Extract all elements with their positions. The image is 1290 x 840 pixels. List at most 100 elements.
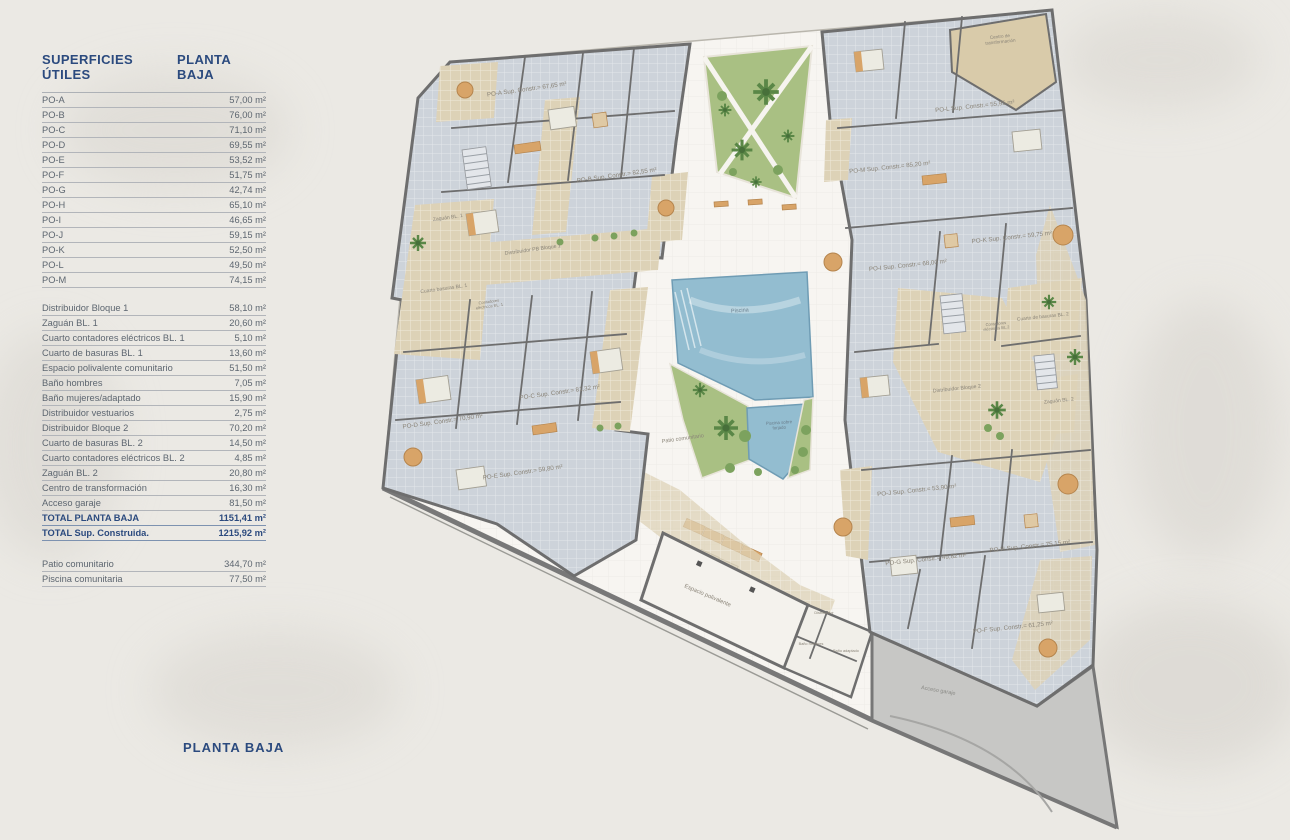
surface-value: 4,85 m² xyxy=(234,453,266,463)
legend-group: PO-A 57,00 m² PO-B 76,00 m² PO-C 71,10 m² PO-D… xyxy=(42,92,266,288)
surface-label: Zaguán BL. 1 xyxy=(42,318,98,328)
surface-value: 16,30 m² xyxy=(229,483,266,493)
surface-row: TOTAL Sup. Construida. 1215,92 m² xyxy=(42,526,266,541)
surface-label: TOTAL Sup. Construida. xyxy=(42,528,149,538)
plan-label: Baño hombres xyxy=(799,642,824,646)
surface-row: PO-E 53,52 m² xyxy=(42,153,266,168)
surface-label: Piscina comunitaria xyxy=(42,574,123,584)
surface-value: 71,10 m² xyxy=(229,125,266,135)
legend-group: Distribuidor Bloque 1 58,10 m² Zaguán BL. … xyxy=(42,301,266,511)
surface-row: Baño hombres 7,05 m² xyxy=(42,376,266,391)
surface-value: 42,74 m² xyxy=(229,185,266,195)
page: { "legend": { "header_left": "SUPERFICIE… xyxy=(0,0,1290,840)
surface-row: PO-G 42,74 m² xyxy=(42,183,266,198)
surface-row: Distribuidor Bloque 1 58,10 m² xyxy=(42,301,266,316)
surface-row: PO-K 52,50 m² xyxy=(42,243,266,258)
surface-value: 5,10 m² xyxy=(234,333,266,343)
surface-label: PO-J xyxy=(42,230,63,240)
surface-row: Distribuidor vestuarios 2,75 m² xyxy=(42,406,266,421)
surface-value: 20,60 m² xyxy=(229,318,266,328)
surface-label: Distribuidor vestuarios xyxy=(42,408,134,418)
legend-header: SUPERFICIES ÚTILES PLANTA BAJA xyxy=(42,52,266,82)
surface-label: Cuarto contadores eléctricos BL. 1 xyxy=(42,333,185,343)
surface-value: 20,80 m² xyxy=(229,468,266,478)
surface-value: 53,52 m² xyxy=(229,155,266,165)
surface-label: Centro de transformación xyxy=(42,483,147,493)
plan-label: Baño adaptado xyxy=(833,649,859,653)
surface-row: PO-A 57,00 m² xyxy=(42,93,266,108)
surface-label: Baño mujeres/adaptado xyxy=(42,393,141,403)
surface-label: PO-G xyxy=(42,185,66,195)
surface-value: 70,20 m² xyxy=(229,423,266,433)
surface-value: 51,50 m² xyxy=(229,363,266,373)
surface-label: Espacio polivalente comunitario xyxy=(42,363,173,373)
surface-value: 14,50 m² xyxy=(229,438,266,448)
surface-row: PO-F 51,75 m² xyxy=(42,168,266,183)
surface-row: PO-M 74,15 m² xyxy=(42,273,266,288)
surface-row: Zaguán BL. 1 20,60 m² xyxy=(42,316,266,331)
surface-label: Distribuidor Bloque 1 xyxy=(42,303,128,313)
surface-value: 52,50 m² xyxy=(229,245,266,255)
surface-value: 15,90 m² xyxy=(229,393,266,403)
surface-row: Cuarto de basuras BL. 113,60 m² xyxy=(42,346,266,361)
surface-value: 58,10 m² xyxy=(229,303,266,313)
surface-label: Cuarto contadores eléctricos BL. 2 xyxy=(42,453,185,463)
surface-value: 51,75 m² xyxy=(229,170,266,180)
surface-label: PO-D xyxy=(42,140,65,150)
surface-row: Centro de transformación 16,30 m² xyxy=(42,481,266,496)
surface-row: Piscina comunitaria 77,50 m² xyxy=(42,572,266,587)
surface-label: Zaguán BL. 2 xyxy=(42,468,98,478)
surface-label: Distribuidor Bloque 2 xyxy=(42,423,128,433)
legend-floor: PLANTA BAJA xyxy=(177,52,266,82)
surface-row: Cuarto contadores eléctricos BL. 2 4,85 m… xyxy=(42,451,266,466)
surface-label: PO-M xyxy=(42,275,66,285)
surface-value: 13,60 m² xyxy=(229,348,266,358)
surface-label: PO-I xyxy=(42,215,61,225)
surface-row: Zaguán BL. 2 20,80 m² xyxy=(42,466,266,481)
surface-row: Patio comunitario 344,70 m² xyxy=(42,557,266,572)
legend-group: Patio comunitario 344,70 m² Piscina comuni… xyxy=(42,557,266,587)
surface-value: 49,50 m² xyxy=(229,260,266,270)
surface-row: TOTAL PLANTA BAJA 1151,41 m² xyxy=(42,511,266,526)
surface-value: 1215,92 m² xyxy=(218,528,266,538)
surface-label: PO-F xyxy=(42,170,64,180)
surface-label: Patio comunitario xyxy=(42,559,114,569)
surface-value: 7,05 m² xyxy=(234,378,266,388)
surface-row: Acceso garaje 81,50 m² xyxy=(42,496,266,511)
surface-label: PO-E xyxy=(42,155,65,165)
surface-label: TOTAL PLANTA BAJA xyxy=(42,513,139,523)
surface-value: 65,10 m² xyxy=(229,200,266,210)
surface-label: PO-C xyxy=(42,125,65,135)
surface-row: Cuarto contadores eléctricos BL. 1 5,10 m… xyxy=(42,331,266,346)
legend-rows: PO-A 57,00 m² PO-B 76,00 m² PO-C 71,10 m² PO-D… xyxy=(42,92,266,587)
surface-value: 1151,41 m² xyxy=(219,513,266,523)
surface-label: Acceso garaje xyxy=(42,498,101,508)
surface-row: PO-H65,10 m² xyxy=(42,198,266,213)
surface-value: 69,55 m² xyxy=(229,140,266,150)
plan-caption: PLANTA BAJA xyxy=(183,740,284,755)
surface-value: 2,75 m² xyxy=(234,408,266,418)
surface-value: 77,50 m² xyxy=(229,574,266,584)
surface-value: 57,00 m² xyxy=(229,95,266,105)
plan-label: Distribuidor xyxy=(814,611,834,615)
surface-row: Distribuidor Bloque 2 70,20 m² xyxy=(42,421,266,436)
surface-row: Espacio polivalente comunitario 51,50 m² xyxy=(42,361,266,376)
surface-row: PO-C 71,10 m² xyxy=(42,123,266,138)
surface-value: 81,50 m² xyxy=(229,498,266,508)
legend-group: TOTAL PLANTA BAJA 1151,41 m² TOTAL Sup. Co… xyxy=(42,511,266,541)
surface-value: 46,65 m² xyxy=(229,215,266,225)
surface-label: PO-A xyxy=(42,95,65,105)
surface-value: 76,00 m² xyxy=(229,110,266,120)
surface-value: 344,70 m² xyxy=(224,559,266,569)
surface-row: PO-I 46,65 m² xyxy=(42,213,266,228)
legend-title: SUPERFICIES ÚTILES xyxy=(42,52,177,82)
surface-label: PO-L xyxy=(42,260,64,270)
surface-label: Baño hombres xyxy=(42,378,102,388)
surface-row: PO-J59,15 m² xyxy=(42,228,266,243)
surface-label: PO-B xyxy=(42,110,65,120)
pool xyxy=(670,272,813,479)
surface-row: PO-D 69,55 m² xyxy=(42,138,266,153)
surface-label: PO-K xyxy=(42,245,65,255)
surface-row: PO-B 76,00 m² xyxy=(42,108,266,123)
surface-value: 74,15 m² xyxy=(229,275,266,285)
